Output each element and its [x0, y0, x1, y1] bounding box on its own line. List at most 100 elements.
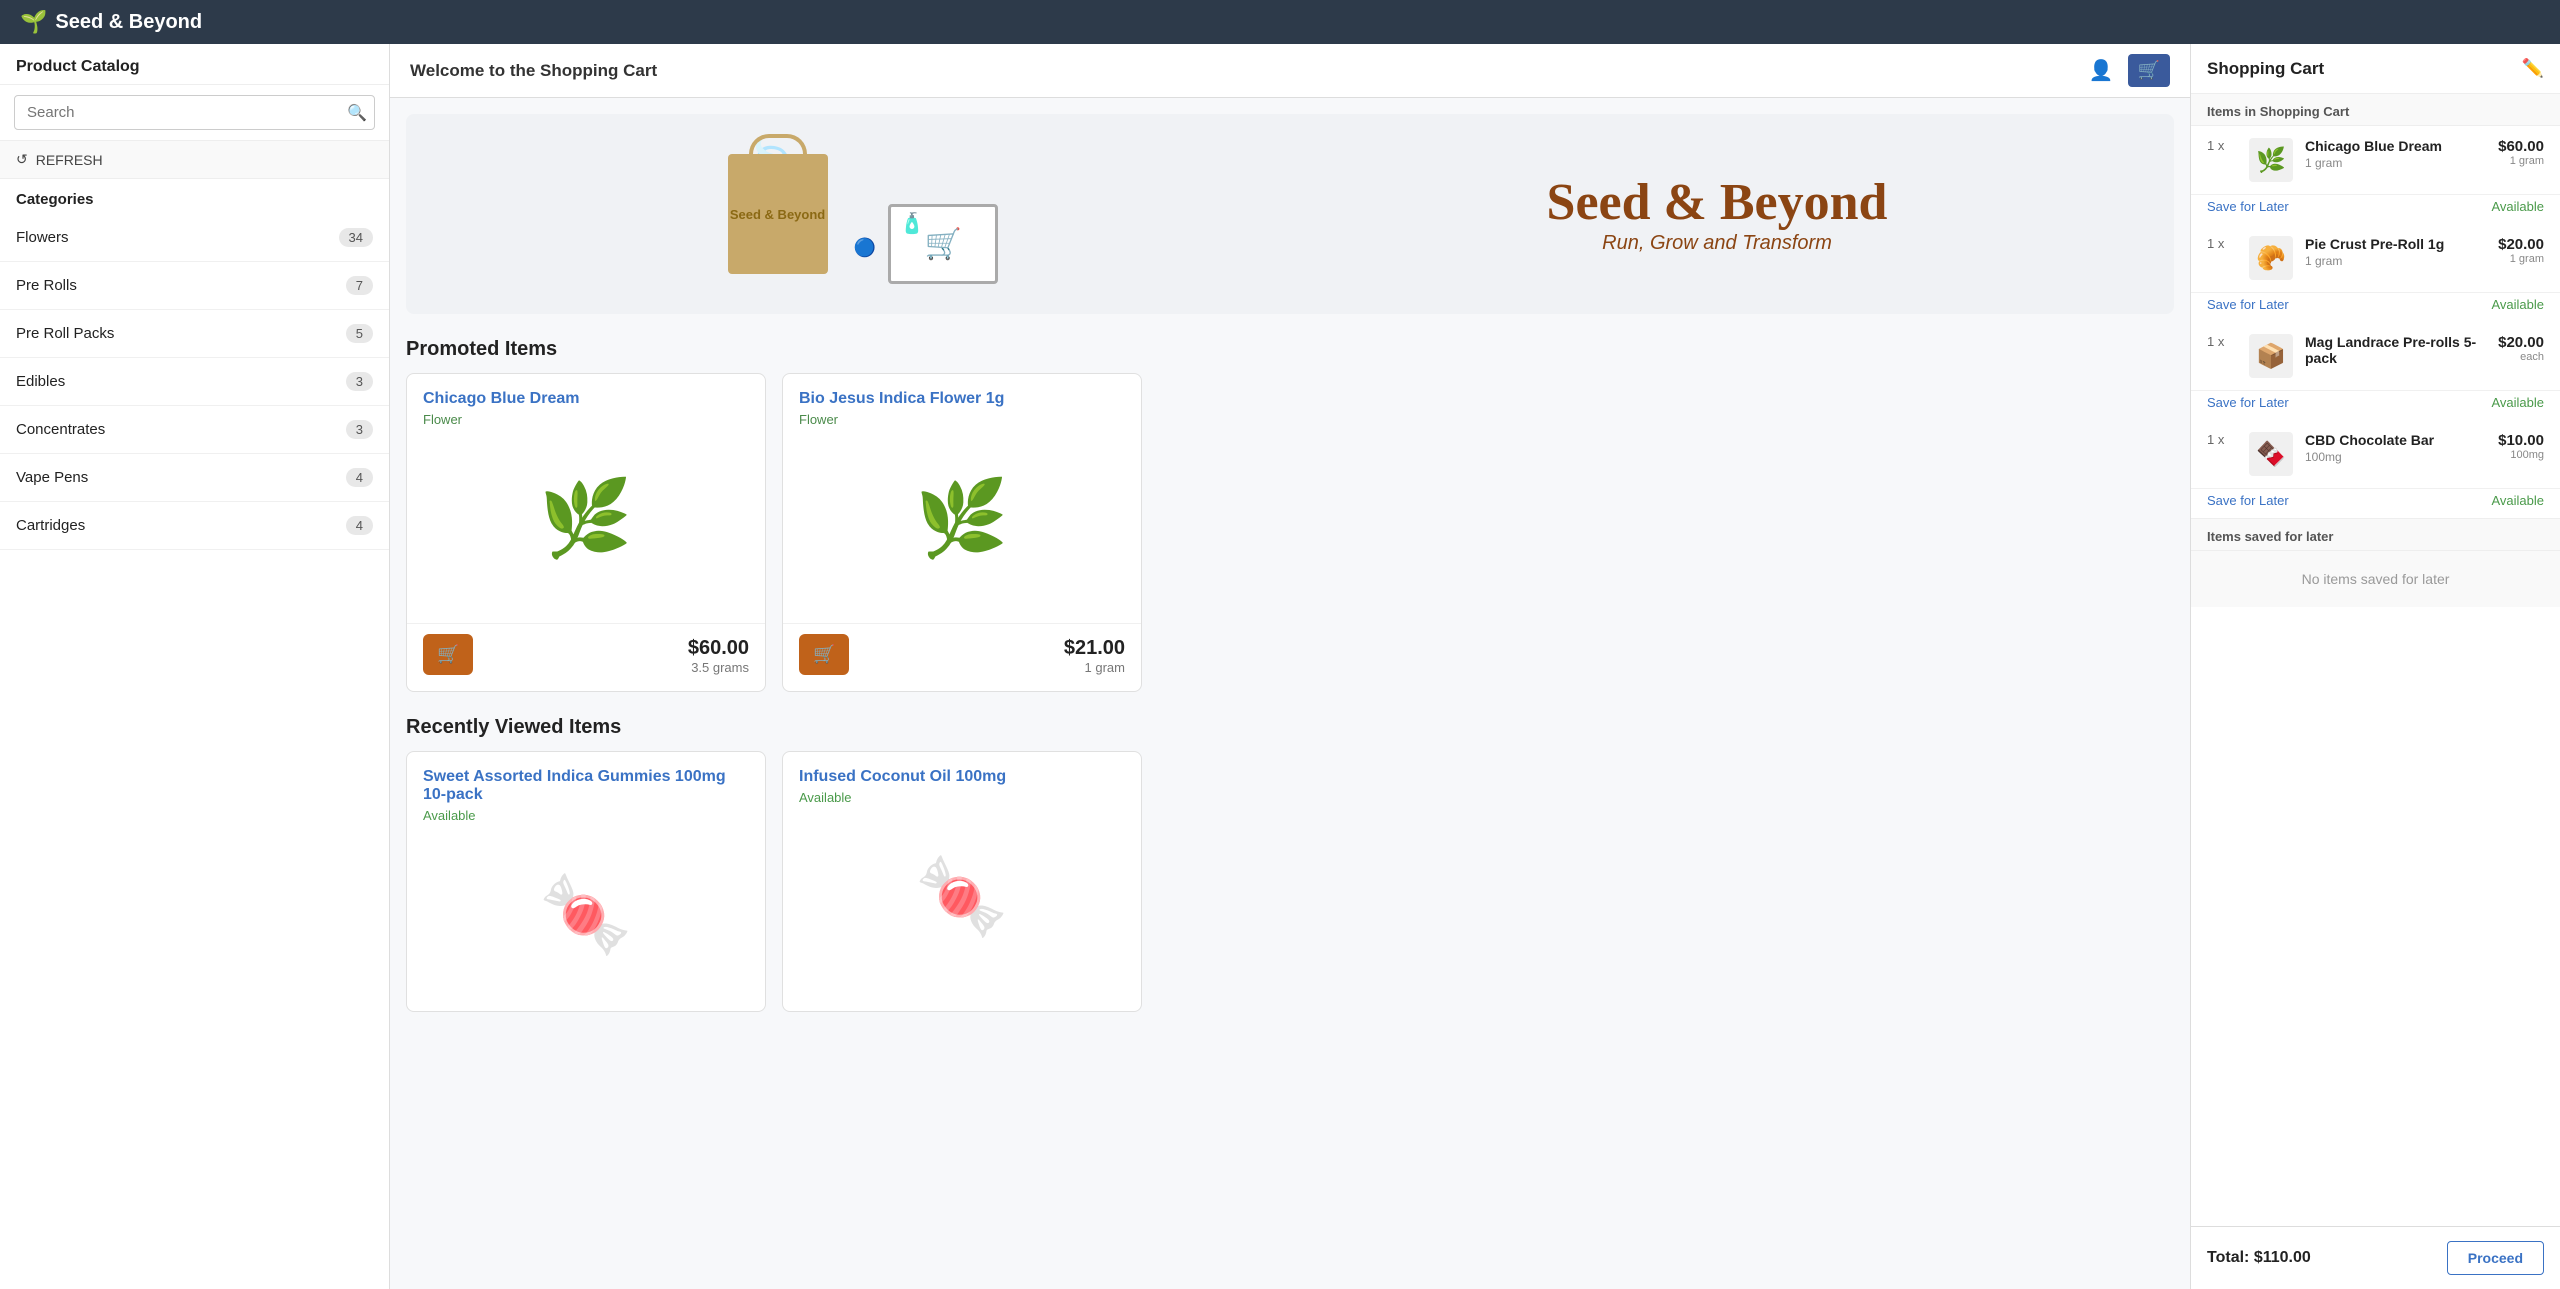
no-saved-label: No items saved for later: [2191, 551, 2560, 607]
category-count: 4: [346, 468, 373, 487]
hero-tagline: Run, Grow and Transform: [1602, 232, 1832, 255]
cart-item-unit: 100mg: [2498, 449, 2544, 461]
cart-items-label: Items in Shopping Cart: [2191, 94, 2560, 126]
category-count: 3: [346, 420, 373, 439]
product-unit: 3.5 grams: [688, 660, 749, 675]
cart-item-unit: each: [2498, 351, 2544, 363]
product-icon: 🍬: [915, 853, 1008, 941]
cart-total: Total: $110.00: [2207, 1249, 2311, 1267]
recently-viewed-grid: Sweet Assorted Indica Gummies 100mg 10-p…: [390, 751, 2190, 1028]
cart-item-name: Mag Landrace Pre-rolls 5-pack: [2305, 334, 2486, 366]
category-name: Flowers: [16, 229, 69, 246]
product-image: 🍬: [423, 835, 749, 995]
save-for-later-link[interactable]: Save for Later: [2207, 297, 2289, 312]
available-badge: Available: [2491, 493, 2544, 508]
refresh-label: REFRESH: [36, 152, 103, 168]
promoted-product-card: Chicago Blue Dream Flower 🌿 🛒 $60.00 3.5…: [406, 373, 766, 692]
cart-item-qty: 1 x: [2207, 138, 2237, 153]
hero-bag: Seed & Beyond: [728, 154, 828, 274]
category-name: Pre Roll Packs: [16, 325, 114, 342]
cart-item-thumbnail: 🥐: [2249, 236, 2293, 280]
categories-list: Flowers34Pre Rolls7Pre Roll Packs5Edible…: [0, 214, 389, 550]
app-logo: 🌱 Seed & Beyond: [20, 9, 202, 35]
category-count: 7: [346, 276, 373, 295]
category-count: 5: [346, 324, 373, 343]
cart-item-details: Mag Landrace Pre-rolls 5-pack: [2305, 334, 2486, 368]
recently-viewed-product-card: Sweet Assorted Indica Gummies 100mg 10-p…: [406, 751, 766, 1012]
hero-banner: 🍃 Seed & Beyond 🔵 🛒 🧴 Seed & Beyond: [406, 114, 2174, 314]
proceed-button[interactable]: Proceed: [2447, 1241, 2544, 1275]
hero-brand-name: Seed & Beyond: [1547, 173, 1888, 232]
save-for-later-link[interactable]: Save for Later: [2207, 395, 2289, 410]
cart-item-price: $60.00: [2498, 138, 2544, 155]
account-icon-button[interactable]: 👤: [2085, 54, 2118, 87]
category-name: Vape Pens: [16, 469, 88, 486]
save-for-later-link[interactable]: Save for Later: [2207, 199, 2289, 214]
add-to-cart-button[interactable]: 🛒: [799, 634, 849, 675]
cart-item: 1 x 🥐 Pie Crust Pre-Roll 1g 1 gram $20.0…: [2191, 224, 2560, 293]
category-item-edibles[interactable]: Edibles3: [0, 358, 389, 406]
cart-item-group: 1 x 🍫 CBD Chocolate Bar 100mg $10.00 100…: [2191, 420, 2560, 518]
cart-item-actions: Save for Later Available: [2191, 391, 2560, 420]
cart-item-price-area: $10.00 100mg: [2498, 432, 2544, 461]
cart-item-price: $20.00: [2498, 334, 2544, 351]
cart-item-thumbnail: 🌿: [2249, 138, 2293, 182]
product-bud-icon: 🌿: [539, 475, 632, 563]
product-name: Chicago Blue Dream: [423, 390, 749, 408]
cart-item-price: $20.00: [2498, 236, 2544, 253]
available-badge: Available: [2491, 297, 2544, 312]
product-name: Infused Coconut Oil 100mg: [799, 768, 1125, 786]
cart-item-name: Pie Crust Pre-Roll 1g: [2305, 236, 2486, 252]
category-item-pre-roll-packs[interactable]: Pre Roll Packs 5: [0, 310, 389, 358]
category-item-pre-rolls[interactable]: Pre Rolls 7: [0, 262, 389, 310]
header-icons: 👤 🛒: [2085, 54, 2170, 87]
product-unit: 1 gram: [1064, 660, 1125, 675]
cart-item-thumbnail: 📦: [2249, 334, 2293, 378]
product-status: Available: [423, 808, 749, 823]
category-item-flowers[interactable]: Flowers34: [0, 214, 389, 262]
product-icon: 🍬: [539, 871, 632, 959]
sidebar-title: Product Catalog: [0, 44, 389, 85]
hero-brand-area: Seed & Beyond Run, Grow and Transform: [1290, 173, 2144, 255]
category-count: 4: [346, 516, 373, 535]
product-bud-icon: 🌿: [915, 475, 1008, 563]
cart-icon-button[interactable]: 🛒: [2128, 54, 2170, 87]
category-item-vape-pens[interactable]: Vape Pens 4: [0, 454, 389, 502]
sidebar: Product Catalog 🔍 ↺ REFRESH Categories F…: [0, 44, 390, 1289]
product-name: Sweet Assorted Indica Gummies 100mg 10-p…: [423, 768, 749, 804]
cart-item-actions: Save for Later Available: [2191, 293, 2560, 322]
cart-item-actions: Save for Later Available: [2191, 489, 2560, 518]
category-name: Cartridges: [16, 517, 85, 534]
cart-item-thumbnail: 🍫: [2249, 432, 2293, 476]
cart-item-price: $10.00: [2498, 432, 2544, 449]
search-button[interactable]: 🔍: [347, 103, 367, 123]
search-input[interactable]: [14, 95, 375, 130]
refresh-button[interactable]: ↺ REFRESH: [0, 141, 389, 179]
save-for-later-link[interactable]: Save for Later: [2207, 493, 2289, 508]
product-price: $60.00: [688, 637, 749, 660]
product-image: 🌿: [423, 439, 749, 599]
cart-edit-button[interactable]: ✏️: [2522, 58, 2544, 79]
cart-item-qty: 1 x: [2207, 432, 2237, 447]
add-to-cart-button[interactable]: 🛒: [423, 634, 473, 675]
cart-item-qty: 1 x: [2207, 334, 2237, 349]
category-item-concentrates[interactable]: Concentrates 3: [0, 406, 389, 454]
category-item-cartridges[interactable]: Cartridges 4: [0, 502, 389, 550]
cart-saved-section: Items saved for later No items saved for…: [2191, 518, 2560, 607]
cart-item: 1 x 🍫 CBD Chocolate Bar 100mg $10.00 100…: [2191, 420, 2560, 489]
available-badge: Available: [2491, 395, 2544, 410]
product-image: 🍬: [799, 817, 1125, 977]
center-header: Welcome to the Shopping Cart 👤 🛒: [390, 44, 2190, 98]
promoted-section-title: Promoted Items: [390, 330, 2190, 373]
product-type: Flower: [799, 412, 1125, 427]
product-price-info: $60.00 3.5 grams: [688, 637, 749, 675]
category-name: Concentrates: [16, 421, 105, 438]
categories-title: Categories: [0, 179, 389, 214]
hero-illustration: 🍃 Seed & Beyond 🔵 🛒 🧴: [436, 154, 1290, 274]
category-name: Pre Rolls: [16, 277, 77, 294]
cart-item-group: 1 x 🥐 Pie Crust Pre-Roll 1g 1 gram $20.0…: [2191, 224, 2560, 322]
product-image: 🌿: [799, 439, 1125, 599]
available-badge: Available: [2491, 199, 2544, 214]
cart-item-unit: 1 gram: [2498, 253, 2544, 265]
recently-viewed-title: Recently Viewed Items: [390, 708, 2190, 751]
